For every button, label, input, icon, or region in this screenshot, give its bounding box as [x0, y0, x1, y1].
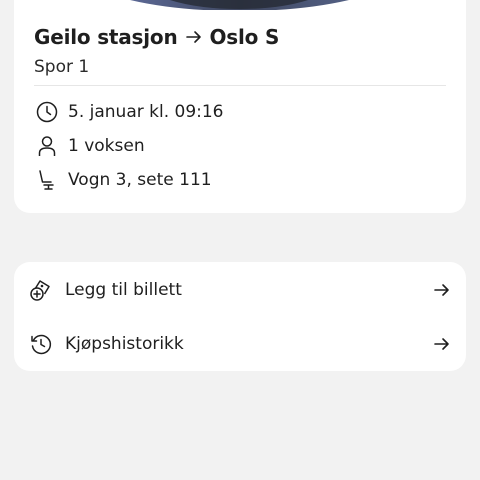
add-ticket-label: Legg til billett: [65, 280, 182, 300]
travelers-row: 1 voksen: [34, 133, 145, 159]
ticket-card[interactable]: Geilo stasjon Oslo S Spor 1 5. januar kl…: [14, 0, 466, 213]
travelers: 1 voksen: [68, 136, 145, 156]
ticket-add-icon: [29, 278, 53, 302]
purchase-history-label: Kjøpshistorikk: [65, 334, 184, 354]
history-icon: [29, 332, 53, 356]
route-title: Geilo stasjon Oslo S: [34, 25, 279, 49]
platform-label: Spor 1: [34, 57, 90, 77]
departure-station: Geilo stasjon: [34, 25, 178, 49]
arrow-right-icon: [433, 281, 451, 299]
seat-icon: [34, 167, 60, 193]
add-ticket-button[interactable]: Legg til billett: [14, 263, 466, 317]
hero-image: [130, 0, 349, 10]
arrow-right-icon: [433, 335, 451, 353]
divider: [34, 85, 446, 86]
departure-time-row: 5. januar kl. 09:16: [34, 99, 224, 125]
person-icon: [34, 133, 60, 159]
clock-icon: [34, 99, 60, 125]
purchase-history-button[interactable]: Kjøpshistorikk: [14, 317, 466, 371]
departure-time: 5. januar kl. 09:16: [68, 102, 224, 122]
seat: Vogn 3, sete 111: [68, 170, 212, 190]
arrival-station: Oslo S: [209, 25, 280, 49]
route-arrow-icon: [185, 30, 202, 44]
seat-row: Vogn 3, sete 111: [34, 167, 212, 193]
actions-card: Legg til billett Kjøpshistorikk: [14, 262, 466, 371]
